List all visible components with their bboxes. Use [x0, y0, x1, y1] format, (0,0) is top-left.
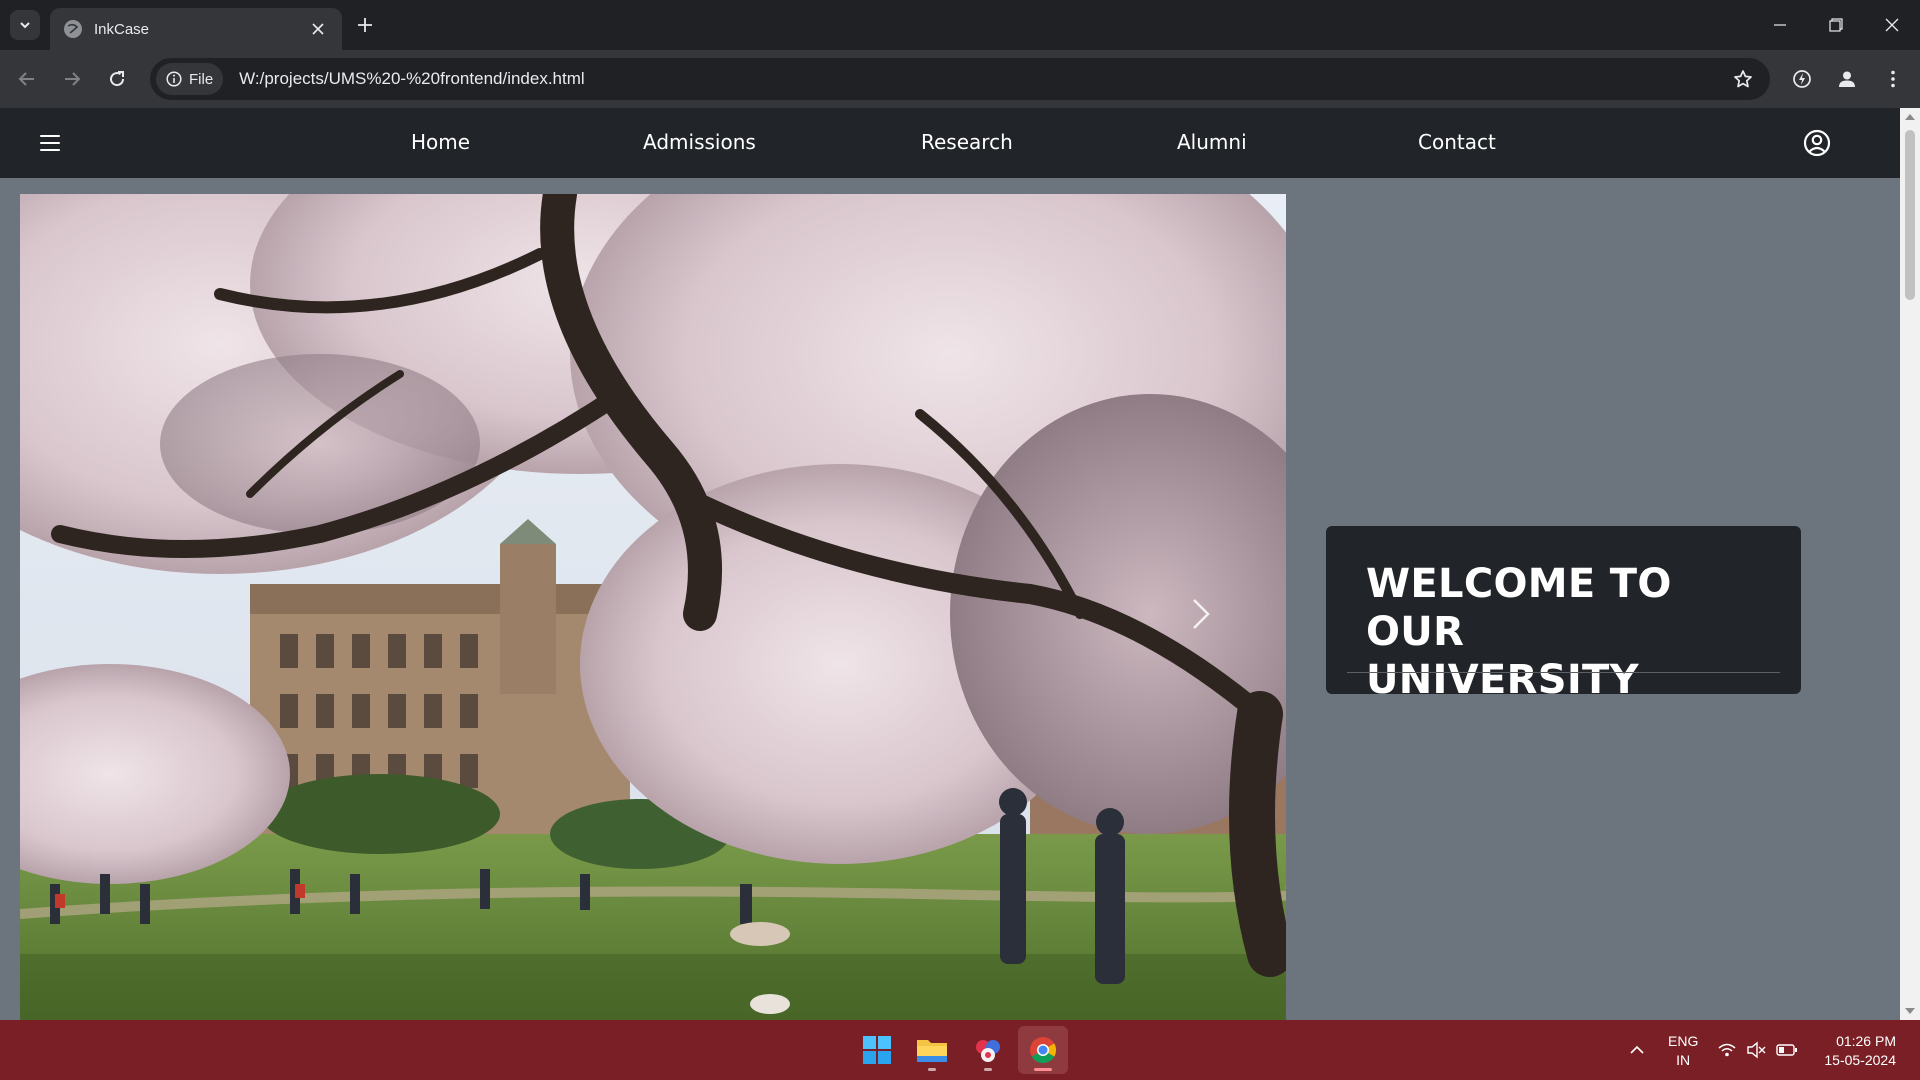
language-code: ENG	[1668, 1033, 1699, 1049]
chrome-button[interactable]	[1018, 1026, 1068, 1074]
restore-button[interactable]	[1808, 0, 1864, 50]
nav-link-contact[interactable]: Contact	[1418, 130, 1496, 154]
start-button[interactable]	[852, 1026, 902, 1074]
app-icon	[976, 1040, 1000, 1062]
os-taskbar: ENG IN 01:26 PM 15-05-2024	[0, 1020, 1920, 1080]
arrow-left-icon	[18, 72, 34, 86]
user-account-icon[interactable]	[1803, 129, 1831, 157]
chevron-down-icon	[20, 22, 30, 29]
windows-logo-icon	[863, 1036, 891, 1064]
welcome-title-line-1: WELCOME TO OUR	[1366, 561, 1672, 655]
close-icon	[312, 23, 324, 35]
site-navbar: Home Admissions Research Alumni Contact	[0, 108, 1900, 178]
close-icon	[1885, 18, 1899, 32]
info-icon	[166, 71, 182, 87]
volume-muted-icon	[1747, 1041, 1766, 1059]
welcome-divider	[1347, 672, 1780, 673]
language-indicator[interactable]: ENG IN	[1668, 1032, 1698, 1070]
profile-button[interactable]	[1830, 62, 1864, 96]
nav-link-research[interactable]: Research	[921, 130, 1013, 154]
welcome-title-line-2: UNIVERSITY	[1366, 657, 1639, 703]
url-text[interactable]: W:/projects/UMS%20-%20frontend/index.htm…	[239, 69, 1726, 89]
tab-title: InkCase	[94, 20, 150, 38]
scroll-up-arrow[interactable]	[1905, 114, 1915, 120]
hamburger-line	[40, 142, 60, 144]
close-window-button[interactable]	[1864, 0, 1920, 50]
system-tray-icons[interactable]	[1718, 1020, 1798, 1080]
star-icon	[1734, 70, 1752, 88]
forward-button[interactable]	[55, 62, 89, 96]
reload-button[interactable]	[100, 62, 134, 96]
menu-toggle-button[interactable]	[38, 132, 62, 154]
carousel-hero-image	[20, 194, 1286, 1020]
nav-link-home[interactable]: Home	[411, 130, 470, 154]
clock-date: 15-05-2024	[1824, 1052, 1896, 1068]
hamburger-line	[40, 149, 60, 151]
site-info-chip[interactable]: File	[156, 63, 224, 95]
browser-tab[interactable]: InkCase	[50, 8, 342, 50]
pinned-app-button[interactable]	[963, 1026, 1013, 1074]
person-icon	[1839, 71, 1855, 87]
bookmark-button[interactable]	[1726, 62, 1760, 96]
reload-icon	[110, 71, 125, 87]
back-button[interactable]	[10, 62, 44, 96]
carousel-next-button[interactable]	[1180, 594, 1220, 634]
restore-icon	[1829, 18, 1843, 32]
arrow-right-icon	[65, 72, 81, 86]
nav-link-admissions[interactable]: Admissions	[643, 130, 756, 154]
scroll-down-arrow[interactable]	[1905, 1008, 1915, 1014]
browser-toolbar: File W:/projects/UMS%20-%20frontend/inde…	[0, 50, 1920, 108]
page-scrollbar[interactable]	[1900, 108, 1920, 1020]
welcome-title: WELCOME TO OUR UNIVERSITY	[1366, 560, 1761, 704]
taskbar-clock[interactable]: 01:26 PM 15-05-2024	[1824, 1032, 1896, 1070]
tray-overflow-button[interactable]	[1628, 1020, 1646, 1080]
minimize-button[interactable]	[1752, 0, 1808, 50]
extensions-button[interactable]	[1785, 62, 1819, 96]
extension-icon	[1793, 70, 1811, 88]
app-running-indicator	[984, 1068, 992, 1071]
window-controls	[1752, 0, 1920, 50]
tab-close-button[interactable]	[308, 19, 328, 39]
new-tab-button[interactable]	[352, 12, 378, 38]
more-vertical-icon	[1891, 70, 1895, 88]
welcome-card: WELCOME TO OUR UNIVERSITY	[1326, 526, 1801, 703]
site-chip-label: File	[189, 70, 214, 88]
chrome-icon	[1030, 1037, 1057, 1064]
plus-icon	[358, 18, 372, 32]
chevron-right-icon	[1193, 599, 1210, 629]
address-bar[interactable]: File W:/projects/UMS%20-%20frontend/inde…	[150, 58, 1770, 100]
browser-menu-button[interactable]	[1876, 62, 1910, 96]
hamburger-line	[40, 135, 60, 137]
globe-icon	[64, 20, 82, 38]
browser-tabstrip: InkCase	[0, 0, 1920, 50]
battery-icon	[1776, 1044, 1797, 1056]
minimize-icon	[1774, 24, 1786, 26]
app-running-indicator	[928, 1068, 936, 1071]
language-region: IN	[1676, 1052, 1691, 1068]
app-active-indicator	[1034, 1068, 1052, 1071]
scrollbar-thumb[interactable]	[1905, 130, 1915, 300]
wifi-icon	[1718, 1043, 1736, 1057]
tab-search-button[interactable]	[10, 10, 40, 40]
page-viewport: Home Admissions Research Alumni Contact	[0, 108, 1900, 1020]
file-explorer-button[interactable]	[907, 1026, 957, 1074]
nav-link-alumni[interactable]: Alumni	[1177, 130, 1247, 154]
folder-icon	[917, 1040, 947, 1062]
clock-time: 01:26 PM	[1836, 1033, 1896, 1049]
chevron-up-icon	[1630, 1045, 1644, 1054]
